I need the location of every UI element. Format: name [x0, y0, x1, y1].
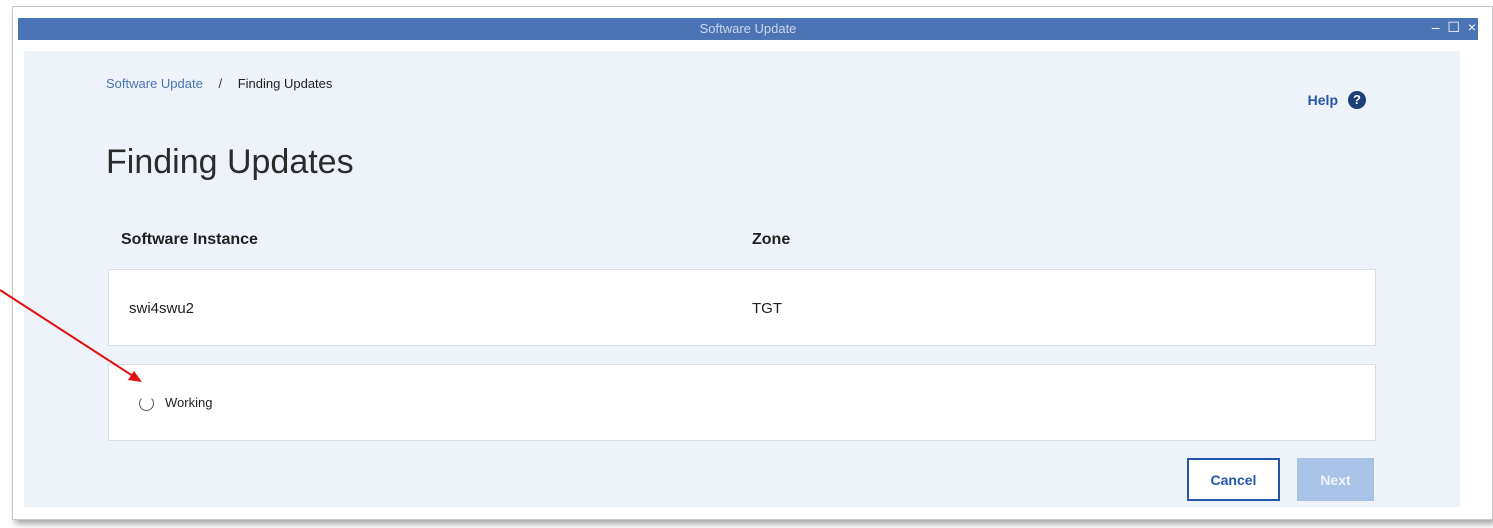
next-button[interactable]: Next: [1297, 458, 1374, 501]
zone-cell: TGT: [752, 300, 782, 317]
help-link[interactable]: Help ?: [1308, 91, 1366, 109]
page-title: Finding Updates: [106, 143, 354, 181]
column-header-software-instance: Software Instance: [121, 231, 258, 248]
breadcrumb-separator: /: [218, 76, 223, 91]
loading-spinner-icon: [139, 396, 154, 411]
status-working-text: Working: [165, 395, 213, 410]
help-label: Help: [1307, 92, 1338, 108]
breadcrumb-software-update-link[interactable]: Software Update: [106, 76, 203, 91]
breadcrumb: Software Update / Finding Updates: [106, 76, 332, 91]
column-header-zone: Zone: [752, 231, 791, 248]
software-instance-cell: swi4swu2: [129, 300, 195, 317]
window-title: Software Update: [699, 21, 797, 36]
software-update-dialog: Software Update / Finding Updates Help ?…: [24, 51, 1460, 507]
window-controls[interactable]: – ☐ ×: [1432, 18, 1478, 40]
help-question-icon: ?: [1348, 91, 1366, 109]
cancel-button[interactable]: Cancel: [1187, 458, 1280, 501]
breadcrumb-current: Finding Updates: [237, 76, 333, 91]
status-panel: Working: [108, 364, 1376, 441]
table-row[interactable]: swi4swu2 TGT: [108, 269, 1376, 346]
window-titlebar: Software Update – ☐ ×: [18, 18, 1478, 40]
